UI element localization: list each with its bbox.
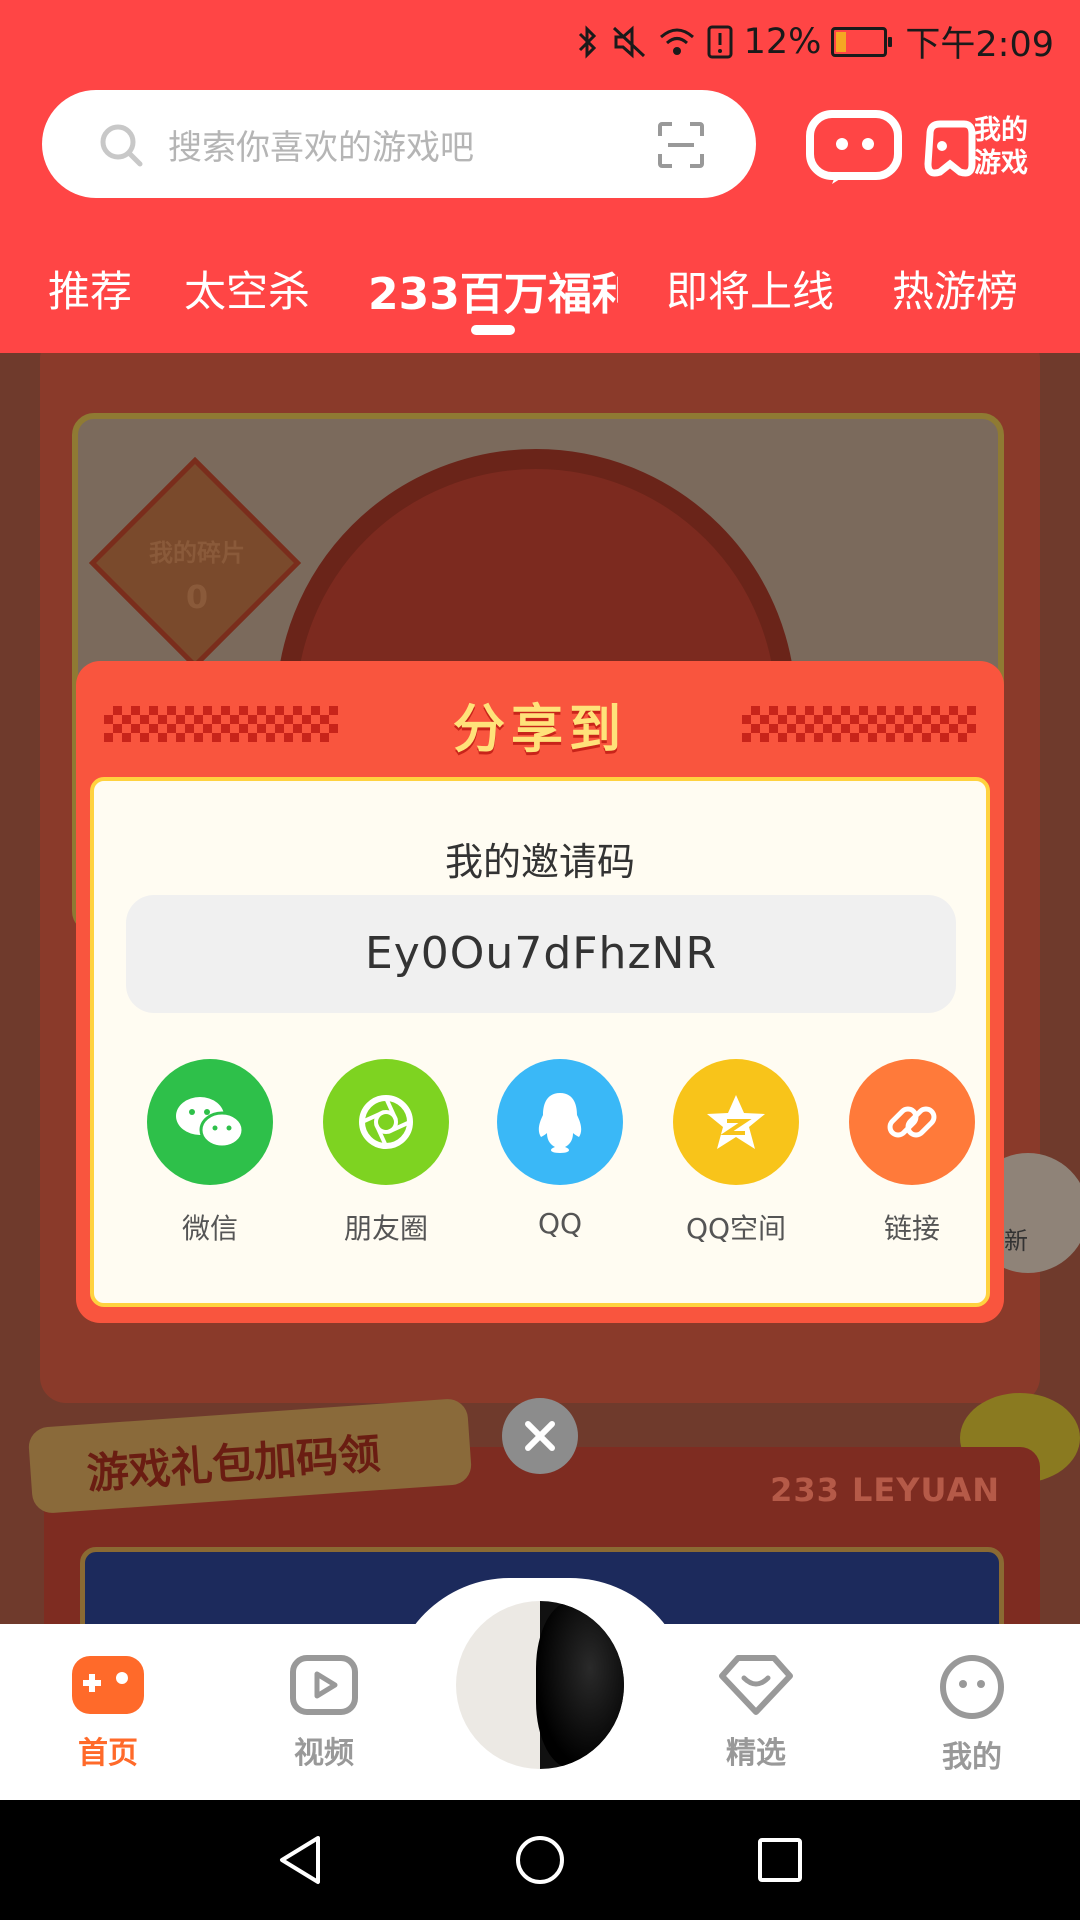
invite-code-value: Ey0Ou7dFhzNR bbox=[364, 928, 718, 979]
search-input[interactable]: 搜索你喜欢的游戏吧 bbox=[168, 120, 474, 169]
video-icon bbox=[290, 1655, 358, 1715]
home-circle-icon[interactable] bbox=[514, 1834, 566, 1886]
nav-featured-label: 精选 bbox=[726, 1736, 786, 1771]
wechat-icon bbox=[147, 1059, 273, 1185]
invite-code-box[interactable]: Ey0Ou7dFhzNR bbox=[126, 895, 956, 1013]
message-icon[interactable] bbox=[806, 110, 906, 186]
share-qq-label: QQ bbox=[537, 1207, 583, 1240]
system-navigation-bar bbox=[0, 1800, 1080, 1920]
close-icon bbox=[525, 1421, 555, 1451]
nav-mine-label: 我的 bbox=[942, 1740, 1002, 1775]
nav-mine[interactable]: 我的 bbox=[912, 1654, 1032, 1776]
nav-home[interactable]: 首页 bbox=[48, 1654, 168, 1772]
my-games-button[interactable]: 我的游戏 bbox=[920, 108, 1050, 188]
nav-video[interactable]: 视频 bbox=[264, 1654, 384, 1772]
share-wechat[interactable]: 微信 bbox=[140, 1059, 280, 1247]
share-link-label: 链接 bbox=[883, 1212, 940, 1245]
search-bar[interactable]: 搜索你喜欢的游戏吧 bbox=[42, 90, 756, 198]
nav-home-label: 首页 bbox=[78, 1736, 138, 1771]
moments-icon bbox=[323, 1059, 449, 1185]
profile-face-icon bbox=[940, 1655, 1004, 1719]
battery-icon bbox=[831, 26, 893, 57]
gamepad-icon bbox=[924, 120, 976, 177]
tab-hot-games[interactable]: 热游榜 bbox=[892, 258, 1018, 319]
my-games-label: 我的游戏 bbox=[974, 115, 1028, 179]
gift-ribbon-label: 游戏礼包加码领 bbox=[85, 1428, 382, 1499]
invite-code-label: 我的邀请码 bbox=[444, 840, 635, 884]
share-qq[interactable]: QQ bbox=[490, 1059, 630, 1240]
brand-text: 233 LEYUAN bbox=[770, 1471, 1000, 1509]
home-gamepad-icon bbox=[72, 1656, 144, 1714]
qq-icon bbox=[497, 1059, 623, 1185]
share-qzone[interactable]: QQ空间 bbox=[666, 1059, 806, 1247]
top-header: 12% 下午2:09 搜索你喜欢的游戏吧 我的游戏 推荐 太空杀 233百万福利… bbox=[0, 0, 1080, 353]
share-dialog: 分享到 我的邀请码 Ey0Ou7dFhzNR 微信 朋友圈 QQ QQ空间 链接 bbox=[76, 661, 1004, 1323]
clock: 下午2:09 bbox=[905, 25, 1054, 65]
status-bar: 12% 下午2:09 bbox=[0, 0, 1080, 76]
link-icon bbox=[849, 1059, 975, 1185]
nav-video-label: 视频 bbox=[294, 1736, 354, 1771]
status-icons: 12% 下午2:09 bbox=[576, 16, 1054, 67]
back-icon[interactable] bbox=[274, 1834, 326, 1886]
share-moments[interactable]: 朋友圈 bbox=[316, 1059, 456, 1247]
share-qzone-label: QQ空间 bbox=[685, 1212, 787, 1245]
search-icon bbox=[100, 124, 143, 167]
wifi-icon bbox=[659, 28, 694, 55]
recents-square-icon[interactable] bbox=[754, 1834, 806, 1886]
center-feature-avatar[interactable] bbox=[456, 1601, 624, 1769]
tab-coming-soon[interactable]: 即将上线 bbox=[666, 258, 834, 319]
tab-million-welfare[interactable]: 233百万福利 bbox=[368, 258, 618, 322]
fragment-label: 我的碎片 bbox=[149, 539, 245, 567]
sim-alert-icon bbox=[707, 25, 733, 58]
nav-featured[interactable]: 精选 bbox=[696, 1654, 816, 1772]
tab-recommend[interactable]: 推荐 bbox=[48, 258, 132, 319]
tab-space-kill[interactable]: 太空杀 bbox=[184, 258, 310, 319]
share-wechat-label: 微信 bbox=[181, 1212, 238, 1245]
share-link[interactable]: 链接 bbox=[842, 1059, 982, 1247]
featured-heart-icon bbox=[719, 1655, 793, 1715]
refresh-label: 新 bbox=[1004, 1227, 1028, 1255]
close-dialog-button[interactable] bbox=[502, 1398, 578, 1474]
dialog-title: 分享到 bbox=[452, 700, 627, 760]
battery-percent: 12% bbox=[743, 21, 822, 62]
share-moments-label: 朋友圈 bbox=[343, 1212, 428, 1245]
scan-icon[interactable] bbox=[656, 120, 706, 170]
mute-icon bbox=[612, 25, 645, 58]
qzone-icon bbox=[673, 1059, 799, 1185]
fragment-count: 0 bbox=[185, 578, 209, 616]
tab-indicator bbox=[471, 325, 515, 335]
bluetooth-icon bbox=[578, 24, 596, 59]
share-card: 我的邀请码 Ey0Ou7dFhzNR 微信 朋友圈 QQ QQ空间 链接 bbox=[90, 777, 990, 1307]
category-tabs: 推荐 太空杀 233百万福利 即将上线 热游榜 bbox=[0, 258, 1080, 320]
